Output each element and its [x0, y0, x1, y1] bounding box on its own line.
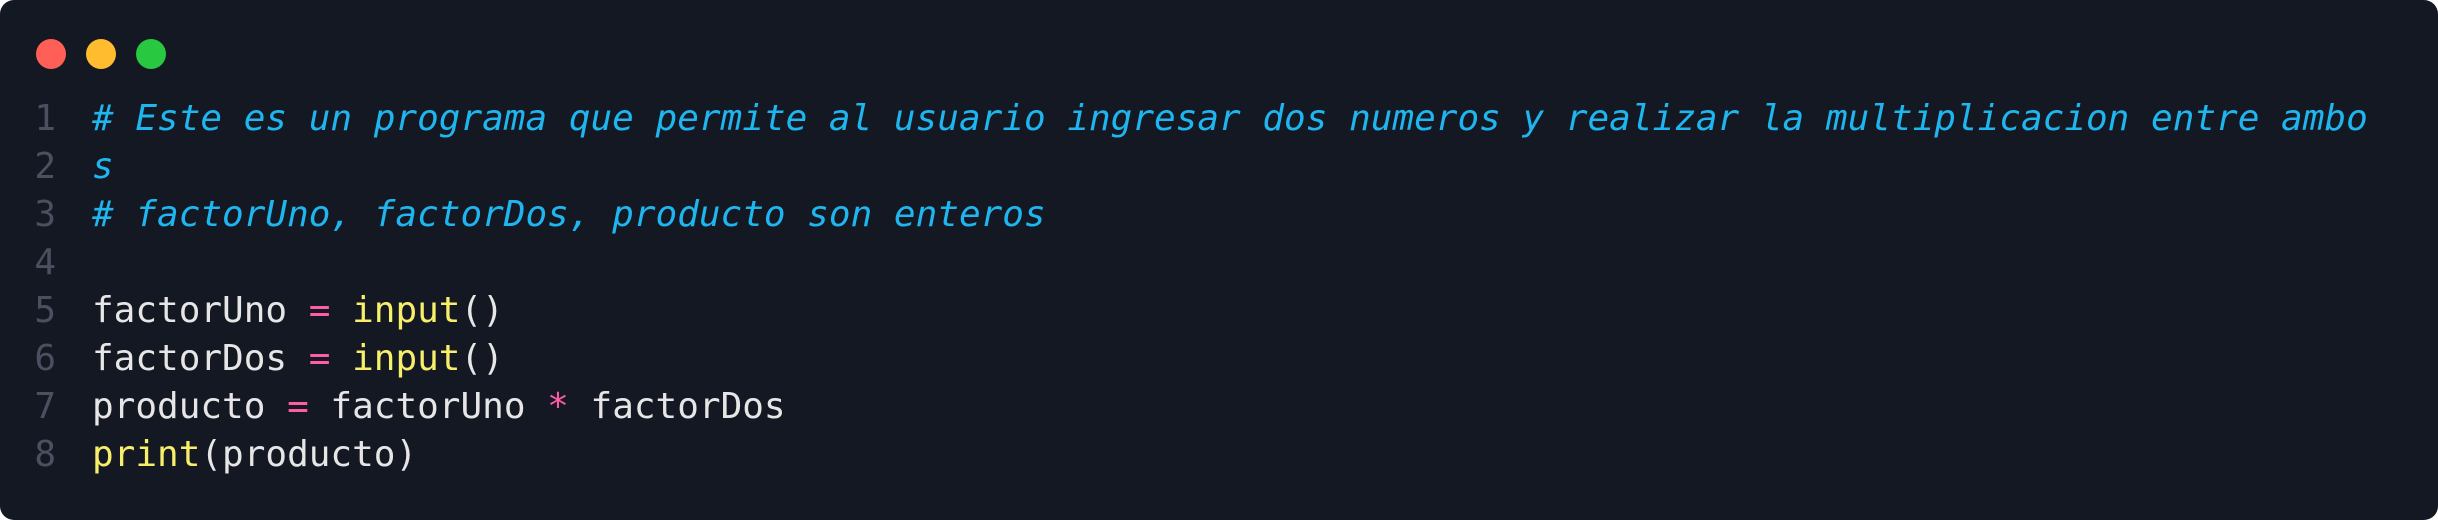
code-line: 2 s	[0, 143, 2368, 191]
code-function: input	[352, 338, 461, 379]
line-number: 6	[34, 338, 56, 379]
code-line: 3 # factorUno, factorDos, producto son e…	[0, 191, 2368, 239]
maximize-dot-icon[interactable]	[136, 39, 166, 69]
code-variable: factorUno	[330, 386, 526, 427]
code-comment: # factorUno, factorDos, producto son ent…	[92, 194, 1046, 235]
code-operator: =	[287, 290, 353, 331]
code-variable: producto	[92, 386, 266, 427]
line-number: 2	[34, 146, 56, 187]
code-comment: s	[92, 146, 114, 187]
line-number: 8	[34, 434, 56, 475]
code-comment: # Este es un programa que permite al usu…	[92, 98, 2368, 139]
code-window: 1 # Este es un programa que permite al u…	[0, 0, 2438, 520]
code-line: 8 print (producto)	[0, 431, 2368, 479]
line-number: 7	[34, 386, 56, 427]
line-number: 5	[34, 290, 56, 331]
code-operator: =	[287, 338, 353, 379]
code-function: print	[92, 434, 201, 475]
code-variable: factorDos	[92, 338, 288, 379]
code-operator: =	[265, 386, 331, 427]
code-line: 7 producto = factorUno * factorDos	[0, 383, 2368, 431]
code-variable: factorDos	[590, 386, 786, 427]
window-controls	[36, 39, 166, 69]
close-dot-icon[interactable]	[36, 39, 66, 69]
code-editor: 1 # Este es un programa que permite al u…	[0, 95, 2368, 479]
line-number: 1	[34, 98, 56, 139]
code-line: 4	[0, 239, 2368, 287]
code-args: ()	[460, 338, 504, 379]
code-line: 5 factorUno = input()	[0, 287, 2368, 335]
code-args: ()	[460, 290, 504, 331]
code-line: 1 # Este es un programa que permite al u…	[0, 95, 2368, 143]
code-line: 6 factorDos = input()	[0, 335, 2368, 383]
line-number: 4	[34, 242, 56, 283]
minimize-dot-icon[interactable]	[86, 39, 116, 69]
line-number: 3	[34, 194, 56, 235]
code-variable: factorUno	[92, 290, 288, 331]
code-operator: *	[525, 386, 591, 427]
code-args: (producto)	[200, 434, 418, 475]
code-function: input	[352, 290, 461, 331]
